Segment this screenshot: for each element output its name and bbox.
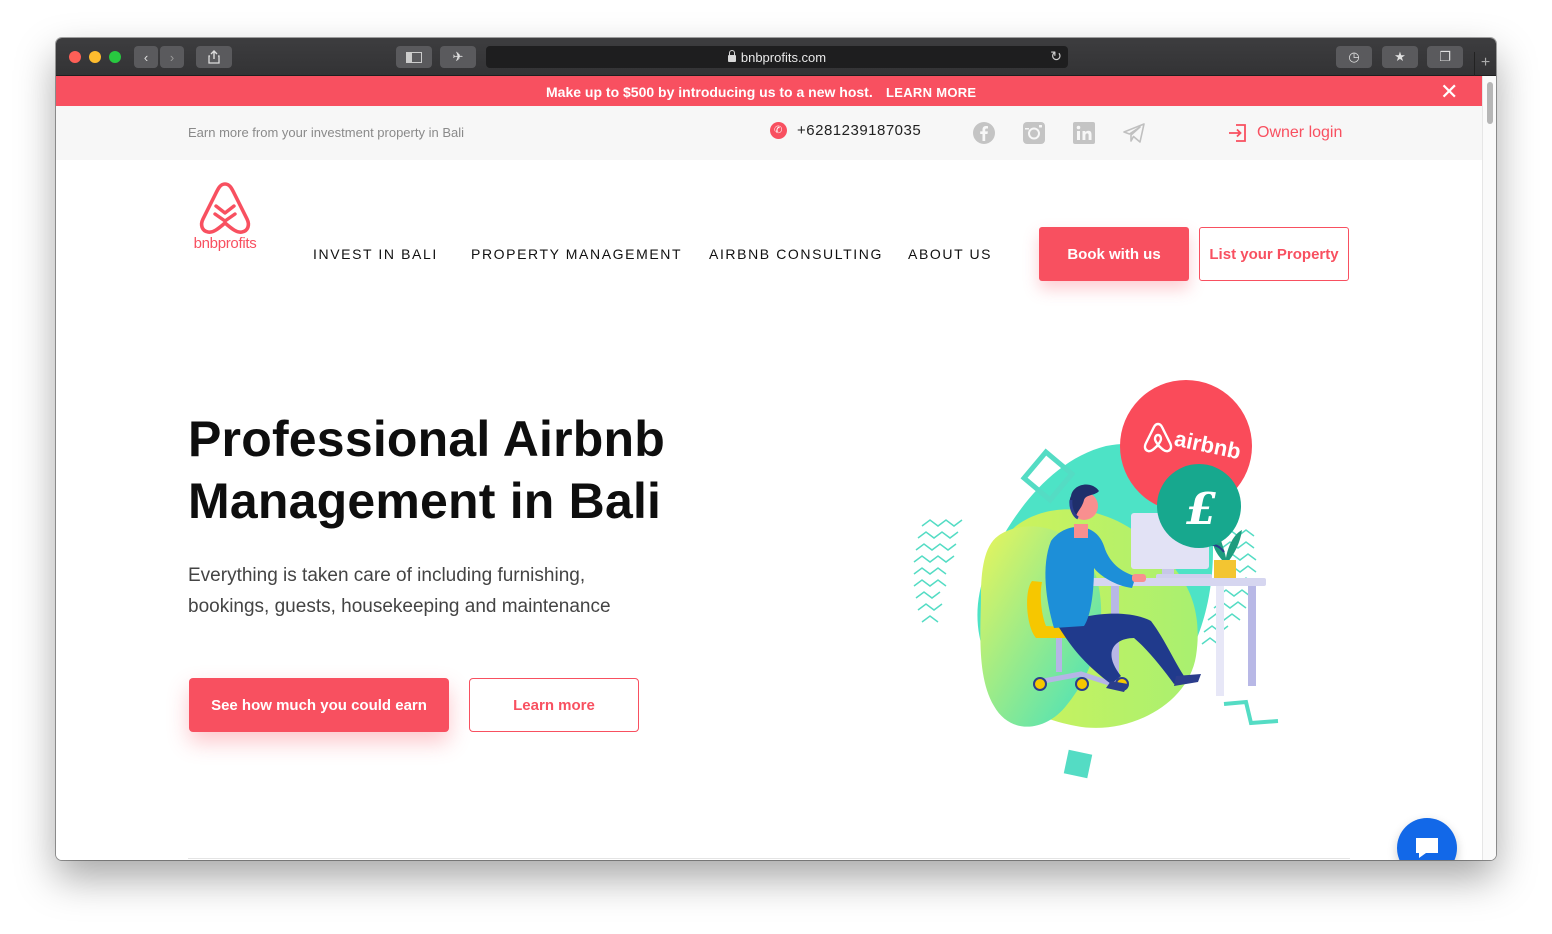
reload-icon[interactable]: ↻ (1050, 48, 1062, 65)
nav-property-management[interactable]: PROPERTY MANAGEMENT (471, 246, 682, 262)
owner-login-link[interactable]: Owner login (1228, 123, 1342, 143)
facebook-icon[interactable] (972, 121, 996, 145)
chat-icon (1416, 838, 1438, 858)
hero-subtitle-line-2: bookings, guests, housekeeping and maint… (188, 596, 611, 617)
sidebar-icon (406, 51, 422, 63)
promo-learn-more-link[interactable]: LEARN MORE (886, 85, 976, 100)
scrollbar-thumb[interactable] (1487, 82, 1493, 124)
phone-link[interactable]: ✆ +6281239187035 (770, 122, 921, 139)
chevron-left-icon: ‹ (143, 49, 149, 65)
page-scrollbar[interactable] (1482, 76, 1496, 860)
nav-about-us[interactable]: ABOUT US (908, 246, 992, 262)
close-window-button[interactable] (69, 51, 81, 63)
owner-login-label: Owner login (1257, 124, 1343, 141)
chevron-right-icon: › (169, 49, 175, 65)
logo-text: bnbprofits (193, 235, 257, 252)
hero-subtitle: Everything is taken care of including fu… (188, 560, 668, 622)
share-icon (208, 50, 220, 64)
see-earnings-button[interactable]: See how much you could earn (189, 678, 449, 732)
zigzag-pattern-left (913, 519, 963, 623)
list-your-property-button[interactable]: List your Property (1199, 227, 1349, 281)
sidebar-button[interactable] (396, 46, 432, 68)
book-with-us-button[interactable]: Book with us (1039, 227, 1189, 281)
instagram-icon[interactable] (1022, 121, 1046, 145)
brand-logo[interactable]: bnbprofits (189, 180, 261, 254)
share-button[interactable] (196, 46, 232, 68)
section-divider (188, 858, 1350, 859)
page-viewport: Make up to $500 by introducing us to a n… (56, 76, 1496, 860)
zoom-window-button[interactable] (109, 51, 121, 63)
plant-pot (1214, 560, 1236, 578)
bookmarks-button[interactable]: ★ (1382, 46, 1418, 68)
extension-button[interactable]: ✈ (440, 46, 476, 68)
tagline: Earn more from your investment property … (188, 125, 464, 140)
phone-number: +6281239187035 (797, 122, 922, 139)
star-icon: ★ (1394, 49, 1406, 64)
corner-line-shape (1223, 699, 1279, 726)
hero-title: Professional Airbnb Management in Bali (188, 408, 708, 532)
top-info-bar: Earn more from your investment property … (56, 106, 1482, 160)
close-icon[interactable]: ✕ (1440, 79, 1458, 105)
hero-illustration: airbnb £ (913, 380, 1279, 779)
minimize-window-button[interactable] (89, 51, 101, 63)
screen: ‹ › ✈ bnbprofits.com ↻ ◷ ★ ❐ + Make up t… (0, 0, 1552, 934)
promo-banner: Make up to $500 by introducing us to a n… (56, 76, 1496, 106)
plus-icon: + (1480, 54, 1491, 71)
extension-icon: ✈ (452, 49, 464, 64)
currency-badge-symbol: £ (1186, 484, 1217, 535)
promo-text: Make up to $500 by introducing us to a n… (546, 84, 873, 100)
clock-icon: ◷ (1348, 49, 1360, 64)
tabs-overview-button[interactable]: ❐ (1427, 46, 1463, 68)
diamond-shape (1063, 749, 1093, 779)
learn-more-button[interactable]: Learn more (469, 678, 639, 732)
back-button[interactable]: ‹ (134, 46, 158, 68)
hero-subtitle-line-1: Everything is taken care of including fu… (188, 565, 586, 586)
hero-title-line-2: Management in Bali (188, 473, 662, 529)
forward-button[interactable]: › (160, 46, 184, 68)
tabs-icon: ❐ (1439, 49, 1451, 64)
url-text: bnbprofits.com (740, 49, 827, 65)
nav-airbnb-consulting[interactable]: AIRBNB CONSULTING (709, 246, 883, 262)
new-tab-button[interactable]: + (1474, 52, 1496, 76)
bnbprofits-logo-icon (199, 182, 251, 234)
lock-icon (727, 49, 736, 62)
nav-invest-in-bali[interactable]: INVEST IN BALI (313, 246, 438, 262)
whatsapp-icon: ✆ (770, 122, 787, 139)
telegram-icon[interactable] (1122, 121, 1146, 145)
linkedin-icon[interactable] (1072, 121, 1096, 145)
browser-window: ‹ › ✈ bnbprofits.com ↻ ◷ ★ ❐ + Make up t… (56, 38, 1496, 860)
hero-title-line-1: Professional Airbnb (188, 411, 666, 467)
history-button[interactable]: ◷ (1336, 46, 1372, 68)
login-icon (1229, 124, 1246, 142)
chat-widget-button[interactable] (1397, 818, 1457, 860)
address-bar[interactable]: bnbprofits.com ↻ (486, 46, 1068, 68)
browser-toolbar: ‹ › ✈ bnbprofits.com ↻ ◷ ★ ❐ + (56, 38, 1496, 76)
